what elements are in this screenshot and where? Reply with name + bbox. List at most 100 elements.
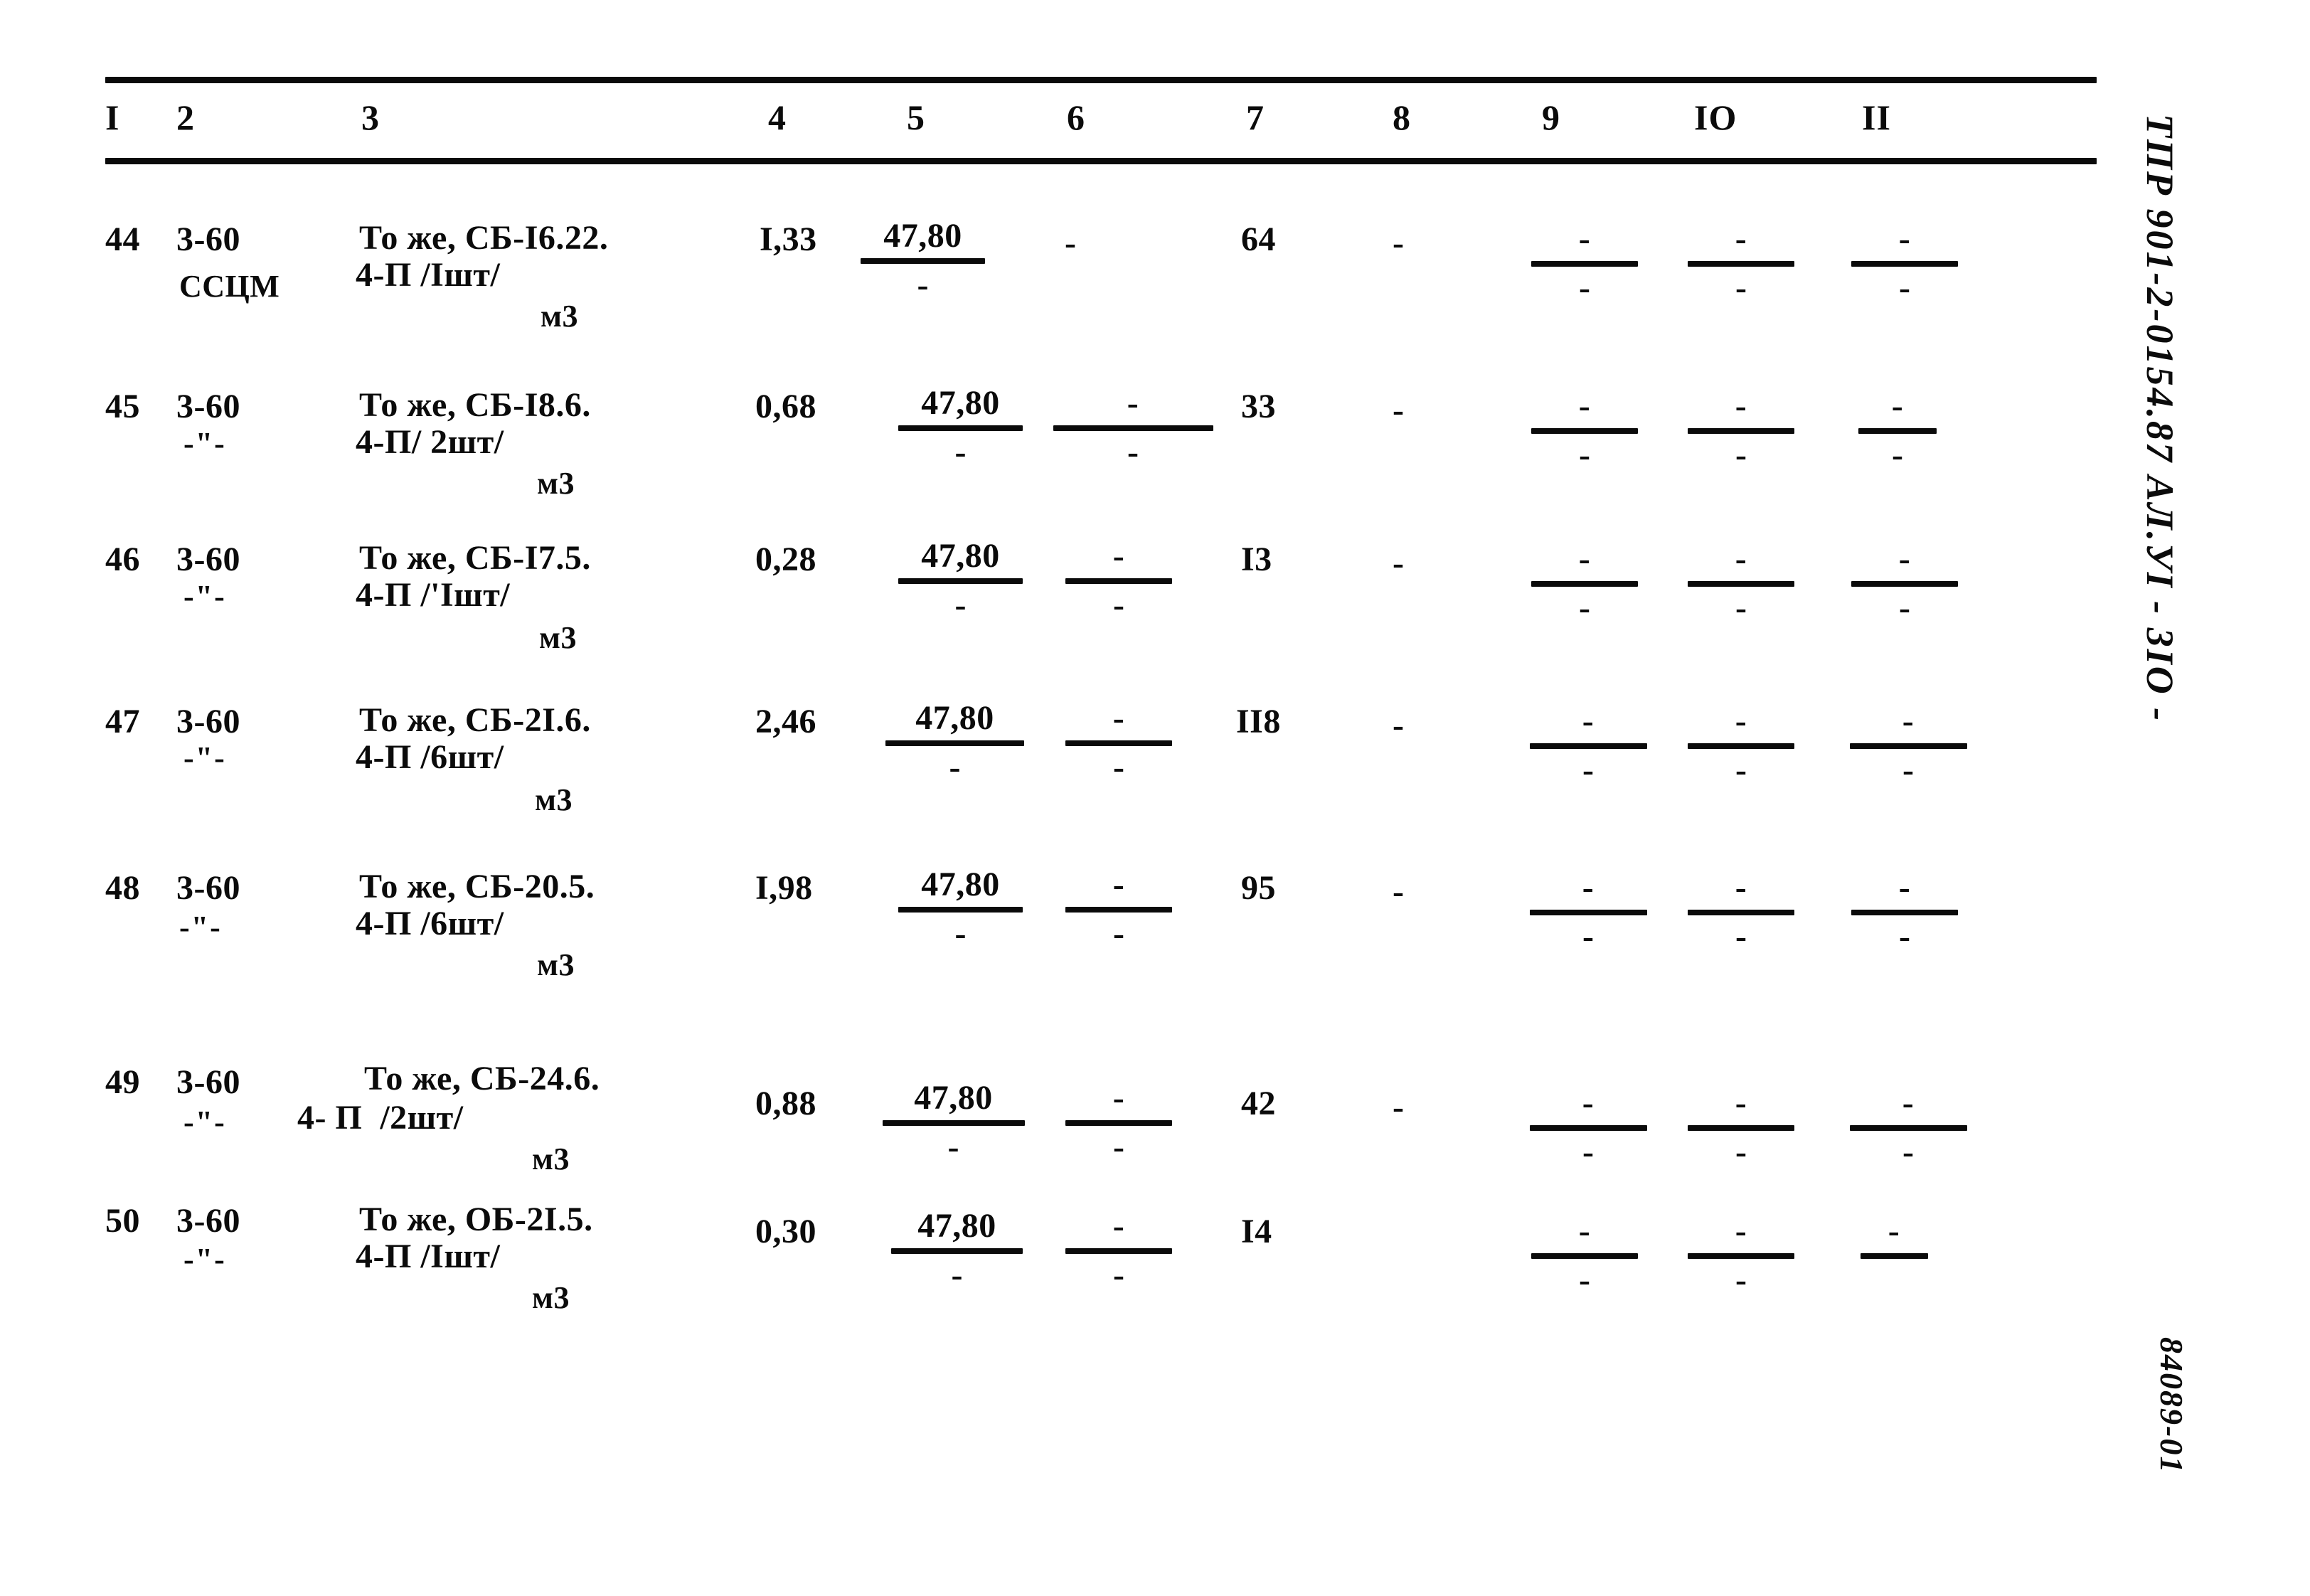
row-col11: - - [1848,1086,1969,1169]
row-col9-fraction-bar [1531,261,1638,267]
row-col10-numerator: - [1735,387,1747,425]
row-col9-fraction-bar [1531,1253,1638,1259]
row-col5-fraction-bar [898,425,1023,431]
row-col5: 47,80 - [880,1081,1026,1164]
row-description-line2: 4-П /6шт/ [356,738,504,776]
row-description-line1: То же, ОБ-2I.5. [359,1201,593,1238]
row-col6: - - [1051,539,1186,622]
row-code-sub: -"- [183,1105,226,1139]
row-col11-fraction-bar [1860,1253,1928,1259]
row-unit: м3 [537,947,575,982]
row-col9-fraction-bar [1529,743,1647,749]
document-stamp-vertical: 84089-01 [2154,1337,2190,1474]
table-header-bottom-rule [105,158,2097,164]
row-col5-denominator: - [954,433,967,471]
row-col5-fraction-bar [891,1248,1023,1254]
row-code: 3-60 [176,541,240,578]
row-code-sub: -"- [183,579,226,614]
row-col5-denominator: - [954,586,967,624]
row-col11-denominator: - [1899,269,1910,307]
row-code-sub: -"- [179,910,222,945]
row-unit: м3 [541,299,578,334]
row-col11: - - [1848,871,1962,954]
row-col5-numerator: 47,80 [921,537,1000,575]
row-col9-numerator: - [1578,1212,1591,1250]
row-description-line2: 4- П /2шт/ [297,1099,464,1137]
row-col11-numerator: - [1891,387,1904,425]
row-code: 3-60 [176,220,240,258]
row-col6-denominator: - [1127,433,1139,471]
row-col6-denominator: - [1113,915,1124,952]
row-col6-fraction-bar [1053,425,1213,431]
table-row: 48 [105,869,140,907]
row-col6: - [1065,224,1076,262]
row-col9-fraction-bar [1529,1125,1647,1131]
row-code: 3-60 [176,1063,240,1101]
row-col11-fraction-bar [1851,261,1958,267]
row-col10-numerator: - [1735,540,1747,578]
column-header-10: IO [1694,97,1737,137]
column-header-9: 9 [1542,97,1560,137]
row-col10: - - [1684,389,1798,472]
row-col8: - [1393,1088,1404,1126]
table-row: 50 [105,1202,140,1240]
row-col5-numerator: 47,80 [921,384,1000,422]
row-col9-denominator: - [1582,1133,1594,1171]
row-col5: 47,80 - [882,701,1028,784]
row-col6-fraction-bar [1065,907,1172,913]
row-col10-fraction-bar [1688,428,1794,434]
row-col4: 0,88 [755,1085,816,1122]
row-col4: 0,30 [755,1213,816,1250]
row-col5-numerator: 47,80 [883,217,962,255]
row-col6-fraction-bar [1065,1248,1172,1254]
row-col9: - - [1528,704,1649,787]
row-col11: - - [1848,542,1962,625]
row-code-sub: -"- [183,740,226,775]
row-col10-numerator: - [1735,1212,1747,1250]
table-row: 46 [105,541,140,578]
row-col9: - - [1528,871,1649,954]
row-col11-denominator: - [1892,436,1903,474]
row-col11-numerator: - [1898,220,1911,257]
row-col4: 2,46 [755,703,816,740]
row-description-line2: 4-П /Iшт/ [356,256,501,294]
row-col9-numerator: - [1578,540,1591,578]
row-col9: - - [1528,389,1641,472]
row-col5: 47,80 - [895,386,1026,469]
row-col8: - [1393,224,1404,262]
row-col9-numerator: - [1578,387,1591,425]
row-col6: - - [1051,868,1186,951]
row-col6-numerator: - [1112,866,1125,903]
row-col5-numerator: 47,80 [921,866,1000,903]
row-col7: II8 [1236,703,1281,740]
column-header-6: 6 [1067,97,1085,137]
row-description-line1: То же, СБ-I7.5. [359,539,591,577]
row-col8: - [1393,873,1404,910]
row-col6-denominator: - [1113,748,1124,786]
table-row: 45 [105,388,140,425]
row-col11: - - [1848,389,1947,472]
row-col5-fraction-bar [898,578,1023,584]
row-col11-denominator: - [1899,589,1910,627]
row-col11-fraction-bar [1849,743,1967,749]
row-code: 3-60 [176,1202,240,1240]
row-col11-fraction-bar [1851,581,1958,587]
row-unit: м3 [532,1142,570,1176]
row-col6-fraction-bar [1065,578,1172,584]
row-unit: м3 [539,620,577,655]
row-col11: - - [1848,704,1969,787]
row-col11-numerator: - [1898,868,1911,906]
row-col6: - - [1016,386,1250,469]
row-col10-fraction-bar [1688,910,1794,915]
row-col10: - - [1684,704,1798,787]
row-col11-numerator: - [1888,1212,1900,1250]
row-col11: - - [1848,1214,1940,1297]
row-col10-numerator: - [1735,702,1747,740]
row-description-line1: То же, СБ-20.5. [359,868,595,905]
row-col6: - - [1051,1209,1186,1292]
row-col5: 47,80 - [888,1209,1026,1292]
row-col7: 64 [1241,220,1276,258]
row-description-line1: То же, СБ-24.6. [364,1060,600,1097]
row-code: 3-60 [176,703,240,740]
row-col10-denominator: - [1735,269,1747,307]
